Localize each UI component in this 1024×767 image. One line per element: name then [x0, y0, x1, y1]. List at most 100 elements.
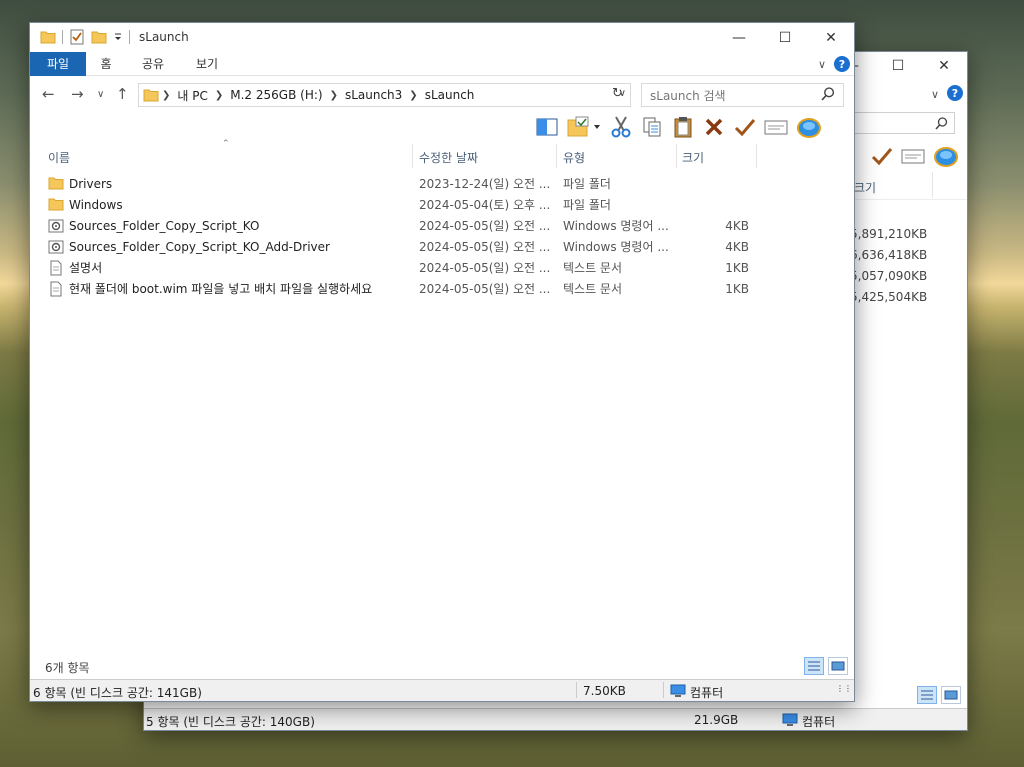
back-status-size: 21.9GB — [694, 713, 739, 727]
breadcrumb-separator-icon[interactable]: ❯ — [212, 90, 226, 101]
breadcrumb-separator-icon[interactable]: ❯ — [327, 90, 341, 101]
refresh-icon[interactable]: ↻ — [612, 86, 623, 101]
column-divider[interactable] — [412, 144, 413, 168]
back-size-cell: 6,636,418KB — [850, 248, 928, 262]
paste-icon[interactable] — [671, 115, 695, 139]
large-icons-view-button[interactable] — [828, 657, 848, 675]
customize-toolbar-icon[interactable] — [113, 32, 123, 42]
mail-icon[interactable] — [764, 115, 788, 139]
new-folder-icon[interactable] — [91, 30, 107, 44]
resize-grip-icon[interactable]: ⋮⋮ — [836, 684, 852, 699]
column-size[interactable]: 크기 — [682, 149, 704, 166]
ribbon-expand-chevron-icon[interactable]: ∨ — [818, 58, 826, 71]
folder-icon — [143, 89, 159, 102]
back-ribbon-chevron-icon[interactable]: ∨ — [931, 88, 939, 101]
explorer-window[interactable]: sLaunch — ☐ ✕ 파일 홈 공유 보기 ∨ ? ← → ∨ ↑ ❯ 내… — [29, 22, 855, 702]
back-status-items: 5 항목 (빈 디스크 공간: 140GB) — [146, 715, 315, 729]
close-icon[interactable]: ✕ — [808, 23, 854, 52]
back-column-divider[interactable] — [932, 172, 933, 198]
column-divider[interactable] — [556, 144, 557, 168]
file-row[interactable]: Sources_Folder_Copy_Script_KO 2024-05-05… — [45, 216, 775, 237]
toolbar-divider — [129, 30, 130, 44]
file-row[interactable]: Sources_Folder_Copy_Script_KO_Add-Driver… — [45, 237, 775, 258]
folder-icon — [48, 177, 64, 190]
back-details-view-button[interactable] — [917, 686, 937, 704]
tab-view[interactable]: 보기 — [187, 52, 227, 76]
back-size-list: 5,891,210KB 6,636,418KB 5,057,090KB 5,42… — [850, 224, 927, 308]
file-date: 2023-12-24(일) 오전 ... — [419, 177, 551, 191]
breadcrumb-slaunch[interactable]: sLaunch — [421, 88, 479, 102]
column-type[interactable]: 유형 — [563, 149, 585, 166]
file-name: Windows — [69, 198, 123, 212]
toolbar-divider — [62, 30, 63, 44]
details-view-icon — [921, 690, 933, 700]
search-placeholder: sLaunch 검색 — [650, 88, 726, 103]
back-check-icon[interactable] — [871, 146, 893, 166]
file-row[interactable]: Windows 2024-05-04(토) 오후 ... 파일 폴더 — [45, 195, 775, 216]
file-type: Windows 명령어 ... — [563, 240, 669, 254]
shell-icon[interactable] — [795, 115, 823, 139]
copy-icon[interactable] — [640, 115, 664, 139]
column-divider[interactable] — [756, 144, 757, 168]
back-mail-icon[interactable] — [901, 147, 925, 165]
details-view-button[interactable] — [804, 657, 824, 675]
maximize-icon[interactable]: ☐ — [762, 23, 808, 52]
file-date: 2024-05-05(일) 오전 ... — [419, 282, 551, 296]
back-column-size[interactable]: 크기 — [854, 179, 876, 196]
file-row[interactable]: Drivers 2023-12-24(일) 오전 ... 파일 폴더 — [45, 174, 775, 195]
tab-share[interactable]: 공유 — [131, 52, 175, 76]
file-date: 2024-05-04(토) 오후 ... — [419, 198, 551, 212]
minimize-icon[interactable]: — — [716, 23, 762, 52]
column-name[interactable]: 이름 — [48, 149, 70, 166]
column-date[interactable]: 수정한 날짜 — [419, 149, 478, 166]
status-divider — [576, 682, 577, 698]
text-file-icon — [50, 260, 62, 276]
file-row[interactable]: 현재 폴더에 boot.wim 파일을 넣고 배치 파일을 실행하세요 2024… — [45, 279, 775, 300]
breadcrumb-slaunch3[interactable]: sLaunch3 — [341, 88, 406, 102]
back-search-icon — [935, 116, 948, 130]
file-name: Sources_Folder_Copy_Script_KO — [69, 219, 260, 233]
properties-icon[interactable] — [69, 29, 85, 45]
file-name: Drivers — [69, 177, 113, 191]
title-bar[interactable]: sLaunch — ☐ ✕ — [30, 23, 854, 52]
up-arrow-icon[interactable]: ↑ — [116, 85, 129, 103]
column-divider[interactable] — [676, 144, 677, 168]
breadcrumb-separator-icon[interactable]: ❯ — [159, 90, 173, 101]
file-type: 텍스트 문서 — [563, 282, 623, 296]
file-date: 2024-05-05(일) 오전 ... — [419, 219, 551, 233]
folder-options-icon[interactable] — [566, 115, 602, 139]
tab-home[interactable]: 홈 — [88, 52, 124, 76]
back-arrow-icon[interactable]: ← — [42, 85, 55, 103]
search-input[interactable]: sLaunch 검색 — [641, 83, 844, 107]
back-close-icon[interactable]: ✕ — [921, 52, 967, 80]
delete-icon[interactable] — [702, 115, 726, 139]
recent-locations-chevron-icon[interactable]: ∨ — [97, 89, 104, 100]
check-icon[interactable] — [733, 115, 757, 139]
script-icon — [48, 240, 64, 254]
forward-arrow-icon[interactable]: → — [71, 85, 84, 103]
status-items: 6 항목 (빈 디스크 공간: 141GB) — [33, 686, 202, 700]
column-header: ⌃ 이름 수정한 날짜 유형 크기 — [30, 139, 854, 168]
large-icons-view-icon — [944, 690, 958, 700]
file-row[interactable]: 설명서 2024-05-05(일) 오전 ... 텍스트 문서 1KB — [45, 258, 775, 279]
help-icon[interactable]: ? — [834, 56, 850, 72]
breadcrumb-separator-icon[interactable]: ❯ — [406, 90, 420, 101]
breadcrumb-drive[interactable]: M.2 256GB (H:) — [226, 88, 326, 102]
breadcrumb-this-pc[interactable]: 내 PC — [173, 87, 211, 104]
file-type: 텍스트 문서 — [563, 261, 623, 275]
back-maximize-icon[interactable]: ☐ — [875, 52, 921, 80]
back-shell-icon[interactable] — [933, 144, 959, 168]
tab-file[interactable]: 파일 — [30, 52, 86, 76]
back-size-cell: 5,425,504KB — [850, 290, 928, 304]
status-divider — [663, 682, 664, 698]
cut-icon[interactable] — [609, 115, 633, 139]
address-bar[interactable]: ❯ 내 PC ❯ M.2 256GB (H:) ❯ sLaunch3 ❯ sLa… — [138, 83, 631, 107]
preview-pane-icon[interactable] — [535, 115, 559, 139]
text-file-icon — [50, 281, 62, 297]
quick-access-toolbar — [40, 29, 130, 45]
back-large-icons-view-button[interactable] — [941, 686, 961, 704]
script-icon — [48, 219, 64, 233]
computer-icon — [670, 684, 686, 701]
file-size: 4KB — [725, 240, 749, 254]
back-help-icon[interactable]: ? — [947, 85, 963, 101]
